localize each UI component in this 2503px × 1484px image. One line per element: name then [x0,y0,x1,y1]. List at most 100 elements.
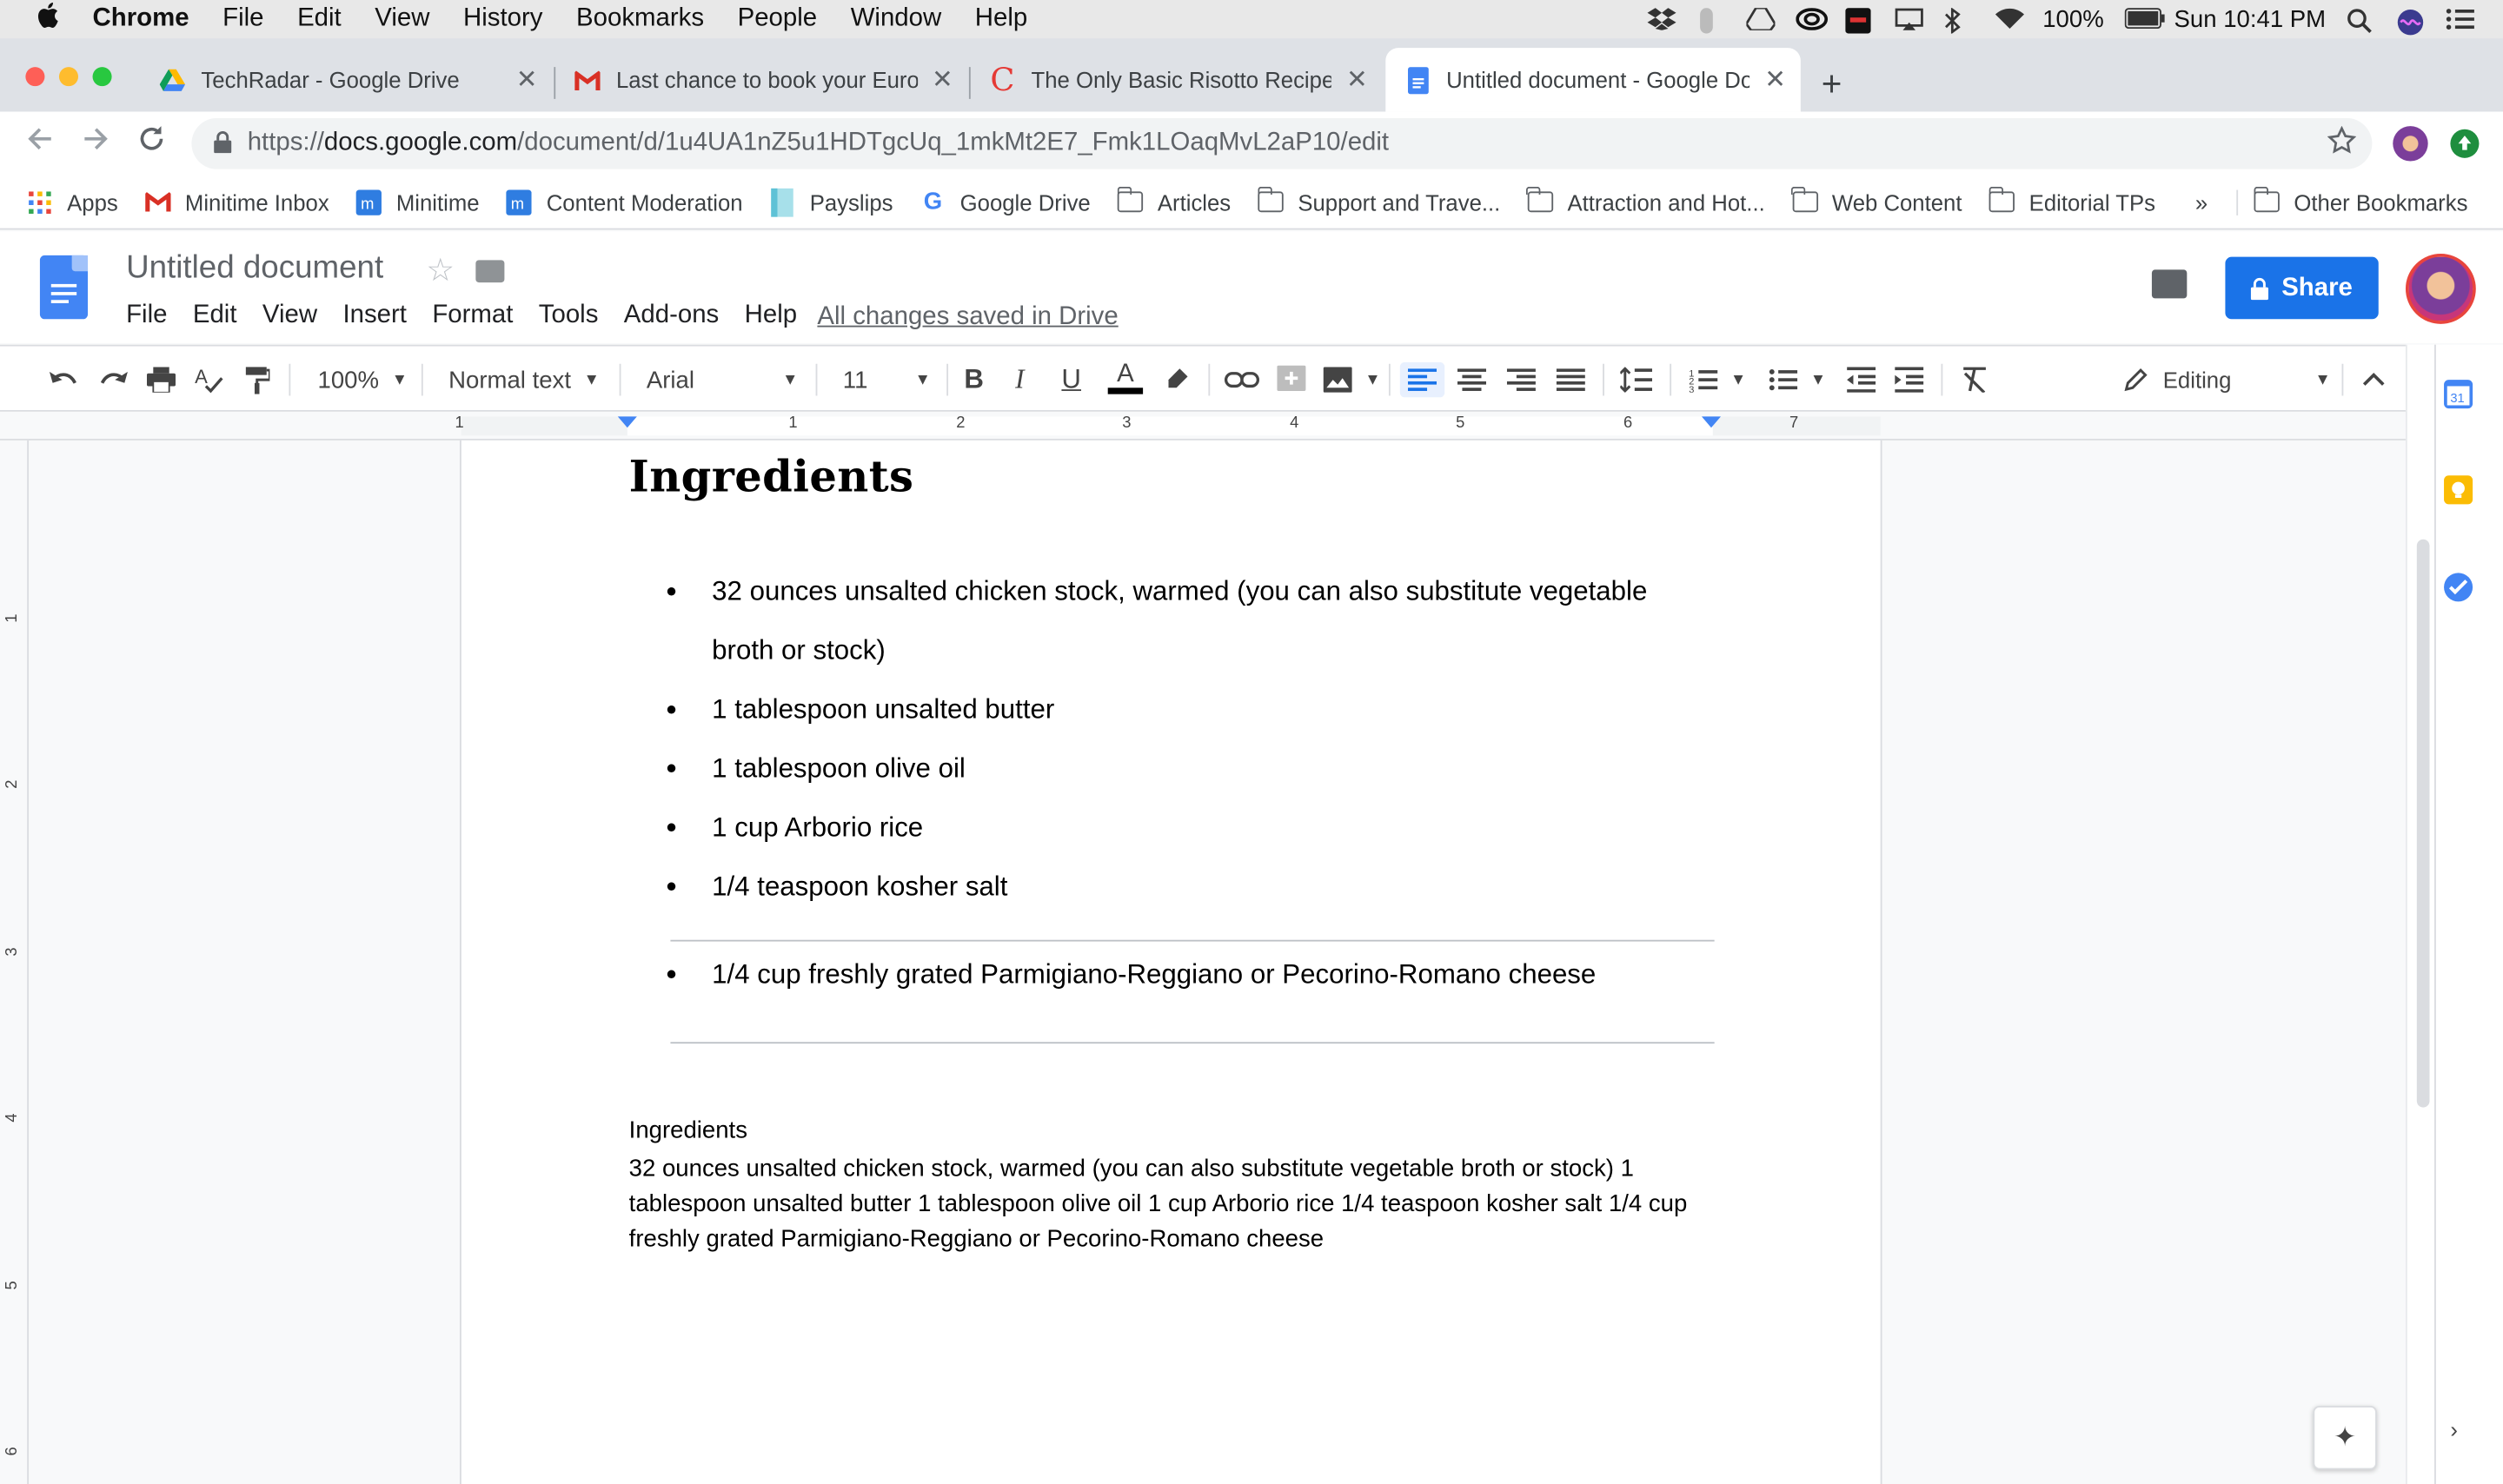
tab-gmail[interactable]: Last chance to book your Europ ✕ [555,48,967,111]
heading-ingredients[interactable]: Ingredients [629,454,914,503]
address-bar[interactable]: https:// docs.google.com /document/d/1u4… [191,117,2373,169]
bookmark-minitime-inbox[interactable]: Minitime Inbox [144,189,329,215]
forward-arrow-icon[interactable] [82,124,110,162]
apple-menu-icon[interactable] [35,2,67,36]
account-avatar[interactable] [2405,254,2476,324]
line-spacing-icon[interactable] [1620,362,1653,397]
scrollbar-thumb[interactable] [2416,539,2430,1108]
share-button[interactable]: Share [2225,256,2379,320]
app-status-icon[interactable] [1844,8,1873,34]
paint-format-icon[interactable] [244,362,270,397]
bookmark-content-moderation[interactable]: m Content Moderation [506,189,743,215]
bookmark-attraction-hotels[interactable]: Attraction and Hot... [1526,186,1765,215]
left-indent-marker[interactable] [617,416,637,428]
battery-icon[interactable] [2124,8,2165,30]
docs-menu-format[interactable]: Format [432,301,513,330]
editing-mode-select[interactable]: Editing ▼ [2123,362,2331,397]
expand-panel-icon[interactable]: › [2450,1417,2458,1442]
menu-view[interactable]: View [375,5,429,34]
menu-window[interactable]: Window [851,5,942,34]
bookmark-support-travel[interactable]: Support and Trave... [1257,186,1500,215]
document-page[interactable]: Ingredients 32 ounces unsalted chicken s… [461,440,1881,1484]
bookmark-minitime[interactable]: m Minitime [355,189,480,215]
bookmark-other-bookmarks[interactable]: Other Bookmarks [2236,186,2467,215]
wifi-icon[interactable] [1993,8,2024,30]
keep-icon[interactable] [2444,475,2473,505]
spellcheck-icon[interactable]: A [195,362,223,397]
bookmark-google-drive[interactable]: G Google Drive [920,189,1091,215]
plain-heading[interactable]: Ingredients [629,1117,747,1144]
status-pill-icon[interactable] [1696,8,1725,34]
reload-icon[interactable] [137,124,166,162]
align-right-icon[interactable] [1506,362,1536,397]
star-icon[interactable]: ☆ [426,250,455,290]
back-arrow-icon[interactable] [25,124,54,162]
align-left-icon[interactable] [1399,361,1445,398]
document-scrollbar[interactable] [2405,344,2435,1484]
menu-help[interactable]: Help [975,5,1027,34]
airplay-icon[interactable] [1894,8,1923,30]
spotlight-search-icon[interactable] [2347,8,2375,34]
bookmark-payslips[interactable]: Payslips [770,187,893,216]
plain-paragraph[interactable]: 32 ounces unsalted chicken stock, warmed… [629,1152,1730,1257]
bookmark-editorial-tps[interactable]: Editorial TPs [1988,186,2155,215]
menu-bookmarks[interactable]: Bookmarks [576,5,704,34]
document-title[interactable]: Untitled document [126,250,383,287]
move-folder-icon[interactable] [475,260,505,283]
profile-avatar[interactable] [2393,126,2428,162]
bookmarks-overflow-button[interactable]: » [2195,189,2208,215]
tab-untitled-document[interactable]: Untitled document - Google Do ✕ [1385,48,1801,112]
docs-menu-view[interactable]: View [262,301,317,330]
font-select[interactable]: Arial ▼ [647,362,798,397]
lock-icon[interactable] [214,130,232,157]
tab-techradar-drive[interactable]: TechRadar - Google Drive ✕ [141,48,553,111]
menu-edit[interactable]: Edit [297,5,342,34]
dropbox-icon[interactable] [1646,8,1676,30]
bookmark-web-content[interactable]: Web Content [1791,186,1962,215]
clear-formatting-icon[interactable] [1961,362,1989,397]
numbered-list-icon[interactable]: 1 2 3 ▼ [1689,362,1746,397]
docs-menu-addons[interactable]: Add-ons [624,301,719,330]
collapse-menus-icon[interactable] [2362,362,2385,397]
google-docs-logo-icon[interactable] [39,255,89,320]
explore-button[interactable] [2313,1406,2377,1470]
siri-icon[interactable] [2396,8,2425,36]
tasks-icon[interactable] [2444,573,2473,602]
insert-link-icon[interactable] [1224,362,1260,397]
bookmark-apps[interactable]: Apps [27,189,118,215]
clock[interactable]: Sun 10:41 PM [2174,5,2327,32]
calendar-icon[interactable]: 31 [2444,380,2473,409]
underline-icon[interactable]: U [1061,362,1081,397]
drive-sync-icon[interactable] [1743,6,1776,32]
list-item[interactable]: 1 cup Arborio rice [629,798,1715,857]
print-icon[interactable] [146,362,176,397]
zoom-select[interactable]: 100% ▼ [318,362,408,397]
insert-comment-icon[interactable] [1277,362,1306,397]
paragraph-style-select[interactable]: Normal text ▼ [448,362,600,397]
italic-icon[interactable]: I [1015,362,1024,397]
docs-menu-edit[interactable]: Edit [193,301,237,330]
menu-history[interactable]: History [463,5,542,34]
window-close-button[interactable] [25,67,45,87]
text-color-icon[interactable]: A [1107,361,1144,397]
menu-file[interactable]: File [222,5,263,34]
notification-center-icon[interactable] [2446,8,2474,30]
bold-icon[interactable]: B [964,362,984,397]
tab-close-icon[interactable]: ✕ [514,63,539,96]
tab-risotto-recipe[interactable]: C The Only Basic Risotto Recipe ✕ [971,48,1383,111]
docs-menu-help[interactable]: Help [745,301,797,330]
list-item[interactable]: 32 ounces unsalted chicken stock, warmed… [629,561,1715,679]
tab-close-icon[interactable]: ✕ [1344,63,1370,96]
new-tab-button[interactable]: + [1822,63,1842,105]
list-item[interactable]: 1/4 teaspoon kosher salt [629,857,1715,916]
menu-people[interactable]: People [738,5,818,34]
list-item[interactable]: 1 tablespoon olive oil [629,739,1715,798]
increase-indent-icon[interactable] [1895,362,1924,397]
bulleted-list-icon[interactable]: ▼ [1769,362,1826,397]
list-item[interactable]: 1/4 cup freshly grated Parmigiano-Reggia… [629,959,1715,991]
window-minimize-button[interactable] [58,67,79,87]
docs-menu-insert[interactable]: Insert [342,301,406,330]
bookmark-star-icon[interactable] [2327,124,2357,162]
undo-icon[interactable] [49,362,78,397]
docs-menu-tools[interactable]: Tools [539,301,599,330]
